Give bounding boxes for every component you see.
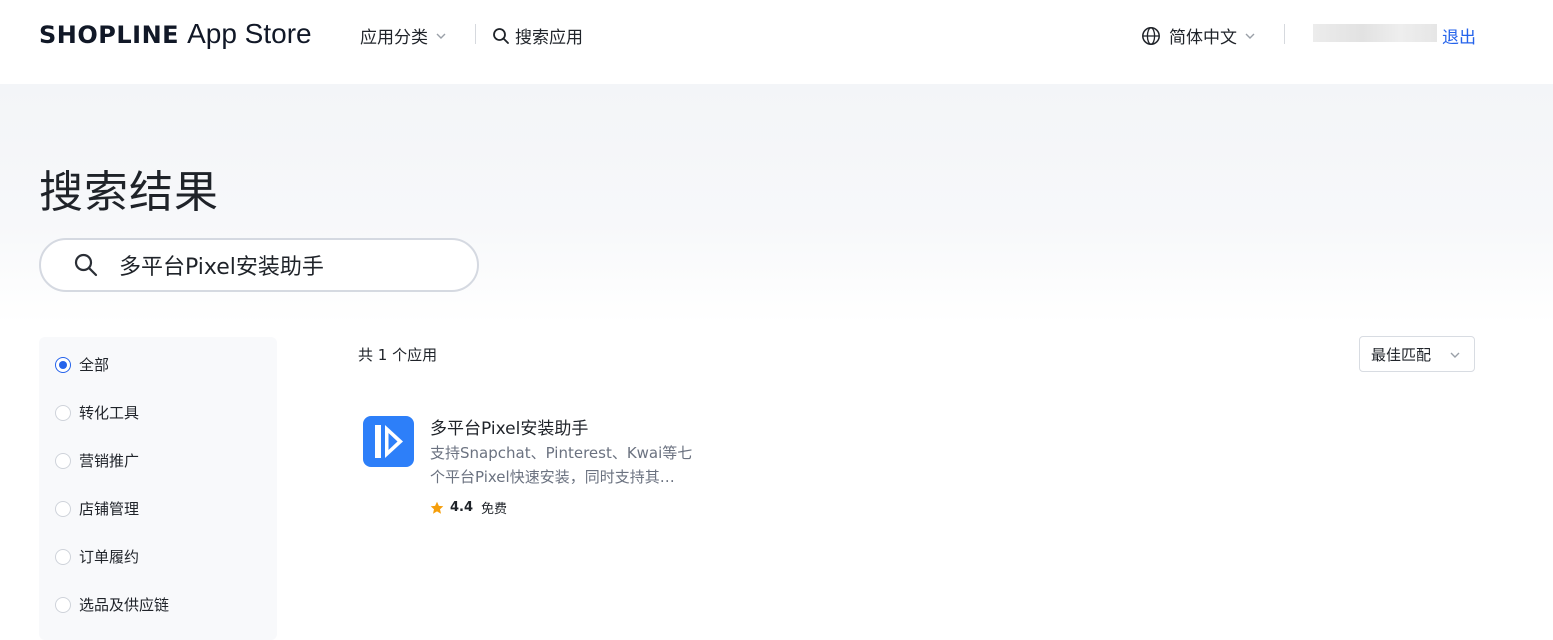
app-description: 支持Snapchat、Pinterest、Kwai等七个平台Pixel快速安装，… bbox=[430, 444, 693, 486]
category-menu-label: 应用分类 bbox=[360, 28, 428, 48]
radio-button[interactable] bbox=[55, 452, 71, 469]
globe-icon bbox=[1142, 26, 1160, 45]
radio-button[interactable] bbox=[55, 500, 71, 517]
filter-option-conversion-tools[interactable]: 转化工具 bbox=[55, 402, 139, 423]
category-filter-panel: 全部 转化工具 营销推广 店铺管理 订单履约 选品及供应链 bbox=[39, 337, 277, 640]
search-icon bbox=[74, 253, 98, 277]
filter-option-store-management[interactable]: 店铺管理 bbox=[55, 498, 139, 519]
result-count: 共 1 个应用 bbox=[358, 346, 438, 364]
chevron-down-icon bbox=[1450, 352, 1460, 358]
search-bar[interactable] bbox=[39, 238, 479, 292]
language-selector[interactable]: 简体中文 bbox=[1141, 23, 1257, 48]
nav-divider bbox=[1284, 24, 1285, 44]
radio-button[interactable] bbox=[55, 596, 71, 613]
sort-dropdown[interactable]: 最佳匹配 bbox=[1359, 336, 1475, 372]
language-label: 简体中文 bbox=[1169, 28, 1237, 48]
brand-logo[interactable]: SHOPLINE App Store bbox=[39, 18, 312, 50]
pixel-app-logo-icon bbox=[375, 425, 403, 458]
star-icon bbox=[430, 501, 444, 514]
filter-label: 营销推广 bbox=[79, 452, 140, 470]
search-apps-link[interactable]: 搜索应用 bbox=[492, 23, 583, 48]
radio-button-checked[interactable] bbox=[55, 356, 71, 373]
filter-option-order-fulfillment[interactable]: 订单履约 bbox=[55, 546, 139, 567]
user-account-redacted bbox=[1313, 24, 1437, 42]
filter-option-all[interactable]: 全部 bbox=[55, 354, 109, 375]
app-name[interactable]: 多平台Pixel安装助手 bbox=[430, 414, 588, 439]
filter-label: 转化工具 bbox=[79, 404, 140, 422]
brand-name: SHOPLINE bbox=[39, 21, 180, 49]
top-navigation-bar: SHOPLINE App Store 应用分类 搜索应用 简体中文 退出 bbox=[0, 0, 1553, 84]
filter-label: 订单履约 bbox=[79, 548, 140, 566]
radio-button[interactable] bbox=[55, 404, 71, 421]
app-rating: 4.4 bbox=[450, 500, 474, 515]
logout-link[interactable]: 退出 bbox=[1442, 23, 1476, 48]
search-icon bbox=[493, 27, 509, 44]
chevron-down-icon bbox=[1245, 33, 1255, 39]
filter-option-sourcing-supply-chain[interactable]: 选品及供应链 bbox=[55, 594, 169, 615]
page-title: 搜索结果 bbox=[39, 167, 219, 218]
nav-divider bbox=[475, 24, 476, 44]
brand-suffix: App Store bbox=[187, 18, 312, 49]
app-meta: 4.4 免费 bbox=[430, 498, 507, 517]
filter-label: 店铺管理 bbox=[79, 500, 140, 518]
filter-option-marketing[interactable]: 营销推广 bbox=[55, 450, 139, 471]
sort-label: 最佳匹配 bbox=[1371, 345, 1432, 364]
category-menu[interactable]: 应用分类 bbox=[360, 23, 448, 48]
app-price: 免费 bbox=[481, 502, 508, 517]
chevron-down-icon bbox=[436, 33, 446, 39]
search-apps-label: 搜索应用 bbox=[515, 28, 583, 48]
app-card[interactable]: 多平台Pixel安装助手 支持Snapchat、Pinterest、Kwai等七… bbox=[363, 414, 703, 524]
radio-button[interactable] bbox=[55, 548, 71, 565]
app-icon[interactable] bbox=[363, 416, 414, 467]
filter-label: 选品及供应链 bbox=[79, 596, 170, 614]
filter-label: 全部 bbox=[79, 356, 110, 374]
search-input[interactable] bbox=[119, 252, 439, 278]
